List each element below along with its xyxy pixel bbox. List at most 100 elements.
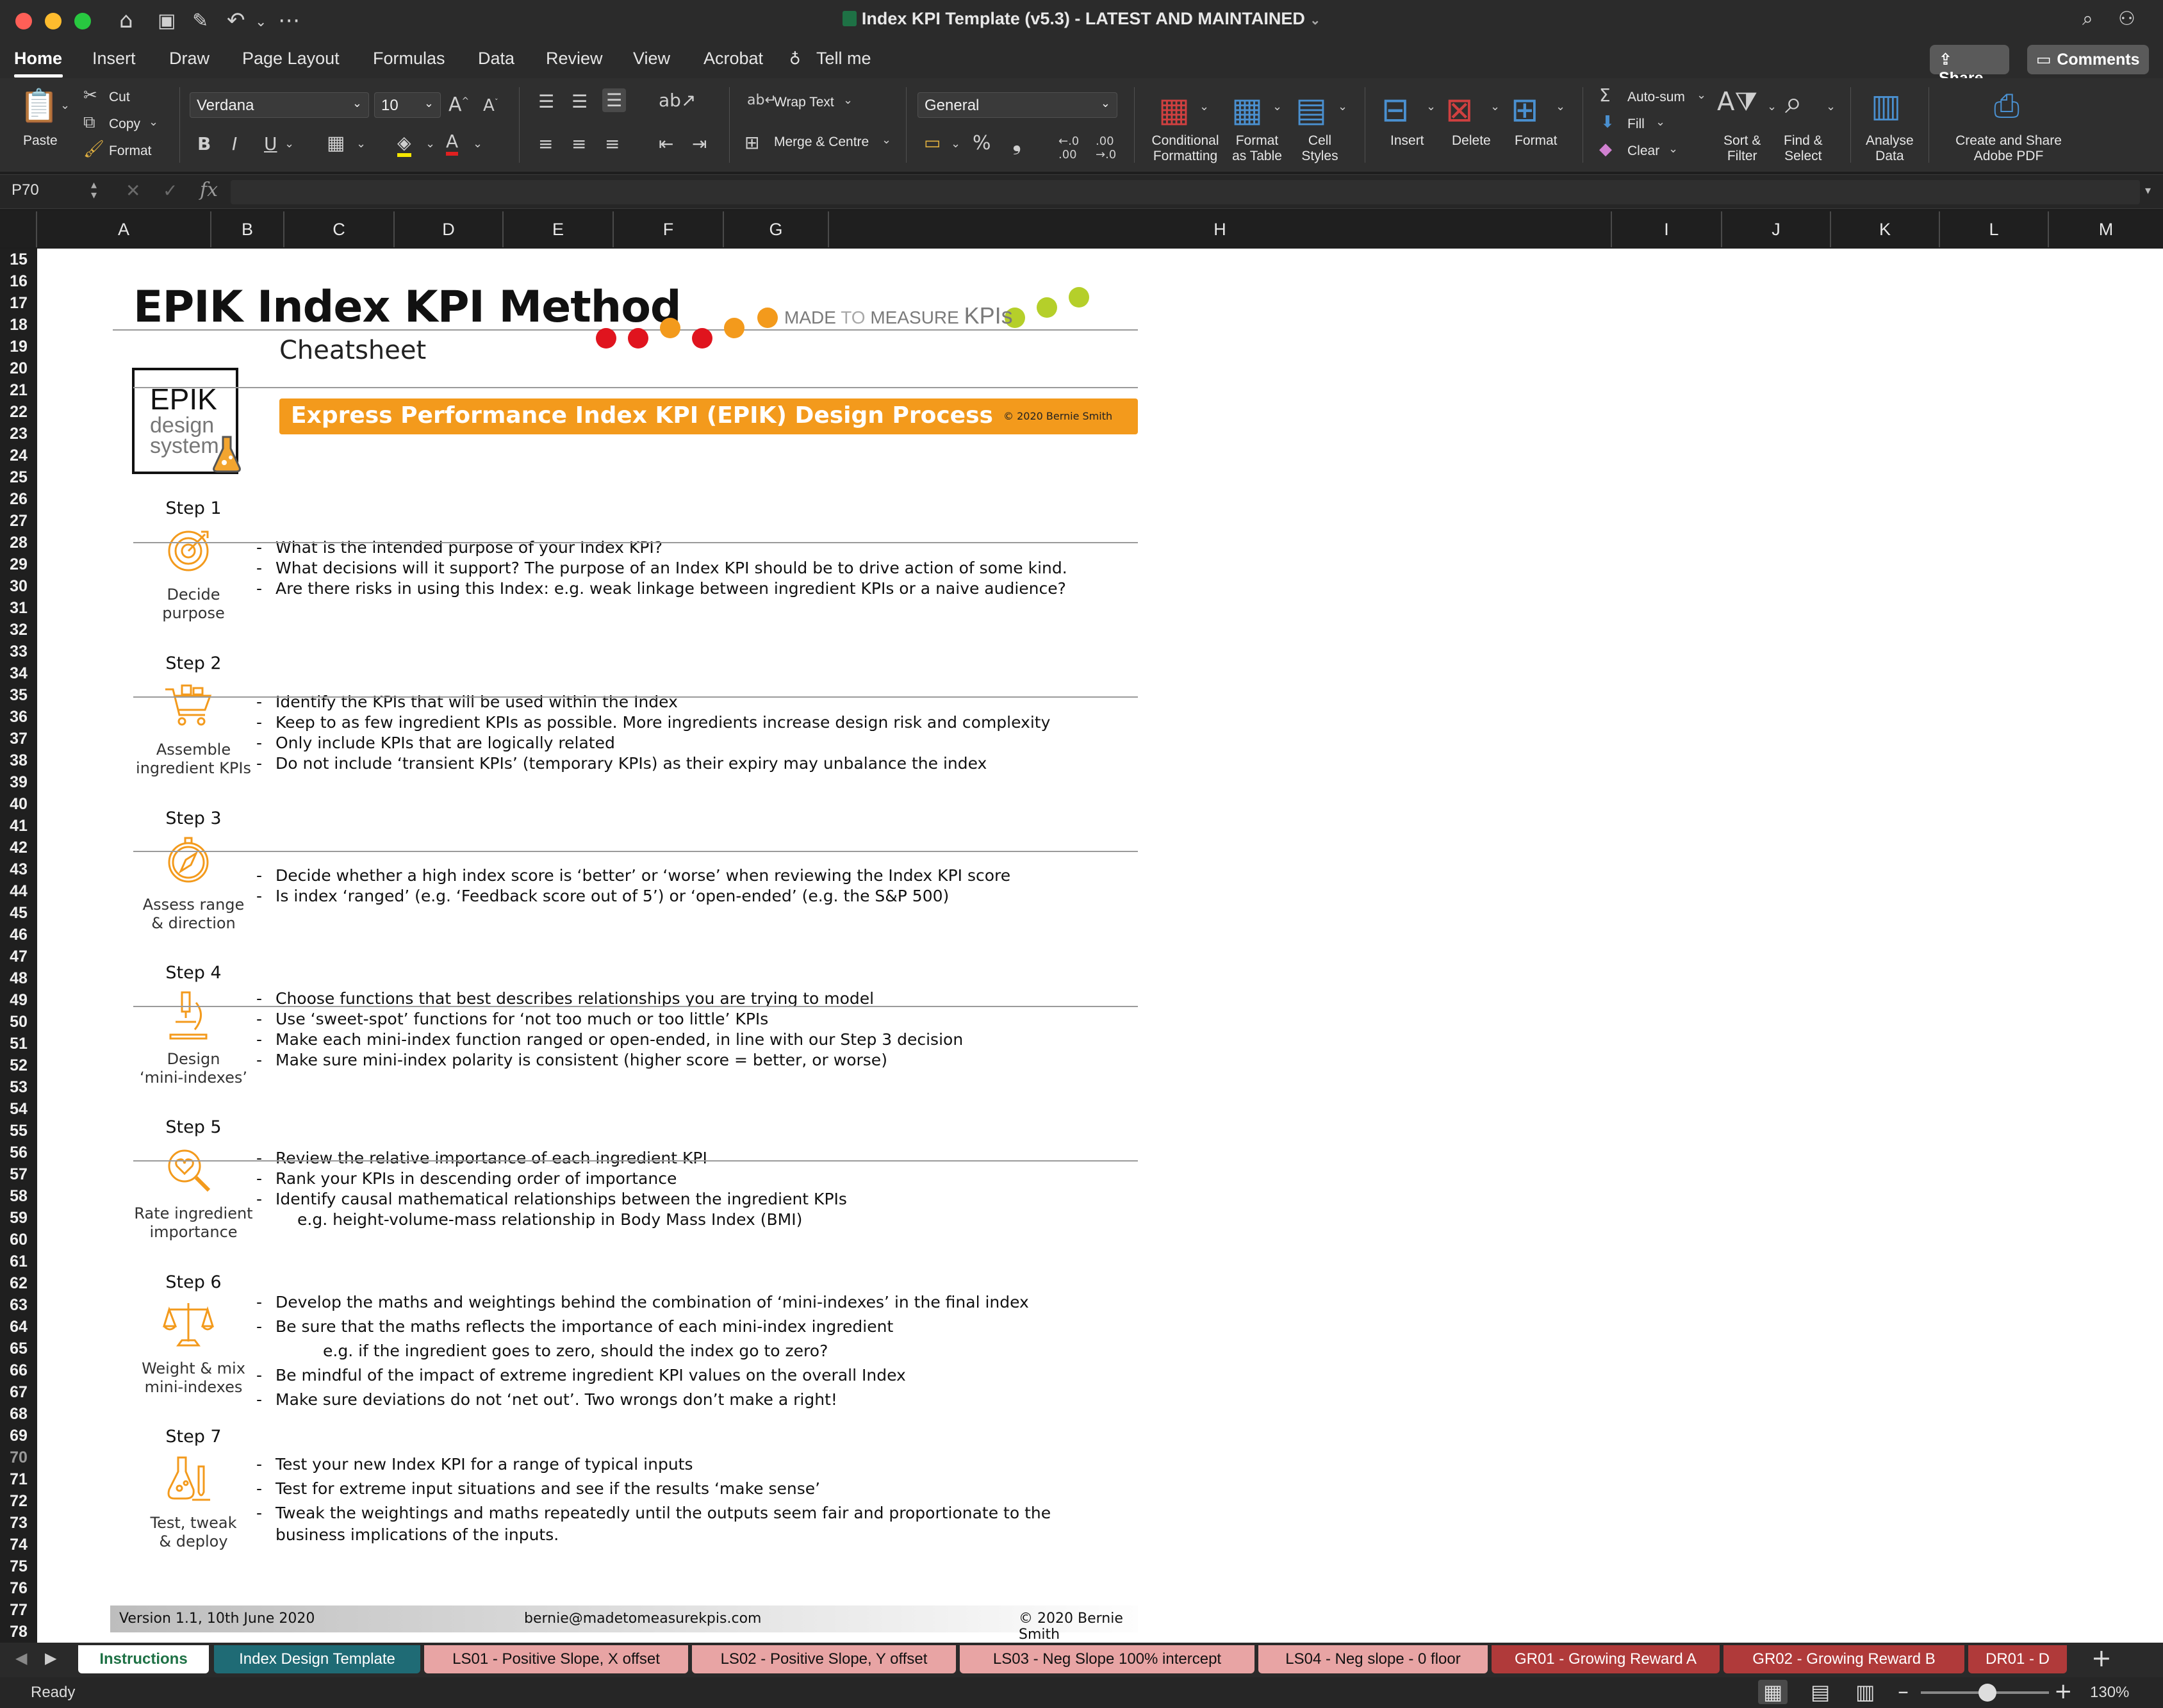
align-left-icon[interactable]: ≡ bbox=[538, 133, 553, 154]
fill-color-icon[interactable]: ◈ bbox=[397, 132, 411, 157]
comma-style-icon[interactable]: ❟ bbox=[1012, 129, 1021, 156]
row-header[interactable]: 36 bbox=[0, 706, 37, 728]
sheet-tab[interactable]: LS03 - Neg Slope 100% intercept bbox=[960, 1645, 1254, 1673]
row-header[interactable]: 51 bbox=[0, 1033, 37, 1055]
row-header[interactable]: 24 bbox=[0, 445, 37, 466]
column-header[interactable]: C bbox=[284, 211, 395, 247]
row-header[interactable]: 68 bbox=[0, 1403, 37, 1425]
row-header[interactable]: 63 bbox=[0, 1294, 37, 1316]
row-header[interactable]: 55 bbox=[0, 1120, 37, 1142]
column-header[interactable]: G bbox=[724, 211, 829, 247]
column-header[interactable]: K bbox=[1831, 211, 1940, 247]
tab-review[interactable]: Review bbox=[546, 49, 603, 69]
row-header[interactable]: 59 bbox=[0, 1207, 37, 1229]
column-header[interactable]: D bbox=[395, 211, 504, 247]
row-header[interactable]: 46 bbox=[0, 924, 37, 946]
row-header[interactable]: 21 bbox=[0, 379, 37, 401]
sheet-tab[interactable]: DR01 - D bbox=[1968, 1645, 2067, 1673]
sheet-tab[interactable]: Instructions bbox=[78, 1645, 209, 1673]
tab-acrobat[interactable]: Acrobat bbox=[703, 49, 763, 69]
row-header[interactable]: 34 bbox=[0, 662, 37, 684]
row-header[interactable]: 16 bbox=[0, 270, 37, 292]
select-all-corner[interactable] bbox=[0, 211, 37, 247]
row-header[interactable]: 47 bbox=[0, 946, 37, 967]
column-header[interactable]: A bbox=[37, 211, 211, 247]
row-header[interactable]: 56 bbox=[0, 1142, 37, 1163]
row-header[interactable]: 52 bbox=[0, 1055, 37, 1076]
formula-input[interactable] bbox=[231, 180, 2140, 204]
normal-view-icon[interactable]: ▦ bbox=[1758, 1680, 1788, 1704]
row-header[interactable]: 32 bbox=[0, 619, 37, 641]
row-header[interactable]: 78 bbox=[0, 1621, 37, 1643]
search-icon[interactable]: ⌕ bbox=[2082, 8, 2093, 30]
comments-button[interactable]: ▭ Comments bbox=[2027, 45, 2149, 74]
align-center-icon[interactable]: ≡ bbox=[572, 133, 586, 154]
underline-button[interactable]: U bbox=[264, 133, 277, 154]
number-format-select[interactable]: General ⌄ bbox=[917, 92, 1117, 118]
decrease-indent-icon[interactable]: ⇤ bbox=[659, 133, 673, 154]
row-header[interactable]: 50 bbox=[0, 1011, 37, 1033]
row-header[interactable]: 65 bbox=[0, 1338, 37, 1359]
row-header[interactable]: 64 bbox=[0, 1316, 37, 1338]
row-header[interactable]: 49 bbox=[0, 989, 37, 1011]
row-header[interactable]: 35 bbox=[0, 684, 37, 706]
page-layout-view-icon[interactable]: ▤ bbox=[1811, 1680, 1830, 1704]
row-header[interactable]: 28 bbox=[0, 532, 37, 554]
row-header[interactable]: 30 bbox=[0, 575, 37, 597]
function-icon[interactable]: fx bbox=[200, 179, 218, 201]
row-header[interactable]: 29 bbox=[0, 554, 37, 575]
tab-home[interactable]: Home bbox=[14, 49, 62, 69]
column-header[interactable]: B bbox=[211, 211, 284, 247]
font-name-select[interactable]: Verdana ⌄ bbox=[190, 92, 369, 118]
chevron-down-icon[interactable]: ⌄ bbox=[473, 137, 482, 151]
row-header[interactable]: 40 bbox=[0, 793, 37, 815]
align-top-icon[interactable]: ☰ bbox=[538, 91, 554, 112]
row-header[interactable]: 17 bbox=[0, 292, 37, 314]
page-break-view-icon[interactable]: ▥ bbox=[1855, 1680, 1875, 1704]
row-header[interactable]: 39 bbox=[0, 771, 37, 793]
tab-view[interactable]: View bbox=[633, 49, 670, 69]
sheet-tab[interactable]: Index Design Template bbox=[214, 1645, 420, 1673]
row-header[interactable]: 76 bbox=[0, 1577, 37, 1599]
row-header[interactable]: 45 bbox=[0, 902, 37, 924]
scroll-tabs-right-icon[interactable]: ▶ bbox=[45, 1649, 56, 1667]
increase-indent-icon[interactable]: ⇥ bbox=[692, 133, 707, 154]
sheet-tab[interactable]: LS01 - Positive Slope, X offset bbox=[424, 1645, 688, 1673]
row-header[interactable]: 57 bbox=[0, 1163, 37, 1185]
tab-formulas[interactable]: Formulas bbox=[373, 49, 445, 69]
tab-page-layout[interactable]: Page Layout bbox=[242, 49, 340, 69]
row-header[interactable]: 44 bbox=[0, 880, 37, 902]
column-header[interactable]: E bbox=[504, 211, 614, 247]
row-header[interactable]: 25 bbox=[0, 466, 37, 488]
zoom-out-button[interactable]: – bbox=[1898, 1679, 1909, 1704]
name-box[interactable]: P70 bbox=[12, 181, 39, 199]
orientation-icon[interactable]: ab↗ bbox=[659, 90, 696, 111]
font-size-select[interactable]: 10 ⌄ bbox=[374, 92, 441, 118]
tab-data[interactable]: Data bbox=[478, 49, 514, 69]
row-header[interactable]: 15 bbox=[0, 249, 37, 270]
sheet-tab[interactable]: GR02 - Growing Reward B bbox=[1723, 1645, 1964, 1673]
row-header[interactable]: 60 bbox=[0, 1229, 37, 1251]
row-header[interactable]: 37 bbox=[0, 728, 37, 750]
row-header[interactable]: 74 bbox=[0, 1534, 37, 1556]
column-header[interactable]: M bbox=[2049, 211, 2163, 247]
row-header[interactable]: 58 bbox=[0, 1185, 37, 1207]
column-header[interactable]: J bbox=[1722, 211, 1831, 247]
tab-draw[interactable]: Draw bbox=[169, 49, 210, 69]
row-header[interactable]: 31 bbox=[0, 597, 37, 619]
zoom-level[interactable]: 130% bbox=[2090, 1684, 2129, 1702]
worksheet[interactable]: EPIK Index KPI Method Cheatsheet MADE TO… bbox=[37, 249, 2163, 1643]
increase-font-icon[interactable]: A^ bbox=[448, 94, 469, 116]
row-header[interactable]: 26 bbox=[0, 488, 37, 510]
row-header[interactable]: 22 bbox=[0, 401, 37, 423]
row-header[interactable]: 71 bbox=[0, 1468, 37, 1490]
row-header[interactable]: 61 bbox=[0, 1251, 37, 1272]
column-header[interactable]: F bbox=[614, 211, 724, 247]
chevron-down-icon[interactable]: ⌄ bbox=[951, 137, 960, 151]
row-header[interactable]: 27 bbox=[0, 510, 37, 532]
chevron-down-icon[interactable]: ⌄ bbox=[284, 137, 294, 151]
row-header[interactable]: 54 bbox=[0, 1098, 37, 1120]
row-header[interactable]: 48 bbox=[0, 967, 37, 989]
chevron-down-icon[interactable]: ⌄ bbox=[425, 137, 435, 151]
align-right-icon[interactable]: ≡ bbox=[605, 133, 620, 154]
